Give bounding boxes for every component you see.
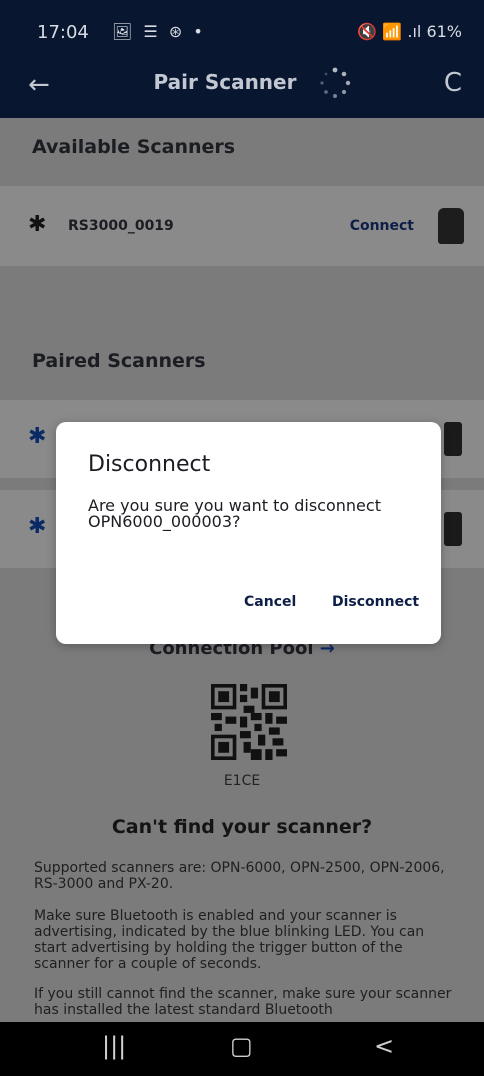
refresh-icon[interactable]: C bbox=[444, 68, 462, 98]
system-nav-bar: ||| ▢ < bbox=[0, 1022, 484, 1076]
loading-spinner-icon bbox=[320, 67, 351, 98]
signal-icons: 🔇 📶 .ıl bbox=[357, 22, 422, 41]
bluetooth-connected-icon: ✱ bbox=[28, 424, 47, 449]
help-supported-text: Supported scanners are: OPN-6000, OPN-25… bbox=[34, 860, 445, 892]
page-title: Pair Scanner bbox=[153, 70, 297, 94]
disconnect-dialog: Disconnect Are you sure you want to disc… bbox=[56, 422, 441, 644]
battery-level: 61% bbox=[426, 22, 462, 41]
home-button[interactable]: ▢ bbox=[230, 1032, 253, 1060]
status-bar: 17:04 🖼 ☰ ⊛ • 🔇 📶 .ıl 61% bbox=[0, 0, 484, 62]
dialog-message: Are you sure you want to disconnect OPN6… bbox=[88, 496, 381, 531]
help-heading: Can't find your scanner? bbox=[111, 816, 373, 838]
available-scanners-heading: Available Scanners bbox=[32, 136, 236, 158]
back-button[interactable]: < bbox=[374, 1032, 394, 1060]
dialog-title: Disconnect bbox=[88, 452, 211, 477]
scanner-row-available[interactable]: ✱ RS3000_0019 Connect bbox=[0, 186, 484, 266]
paired-scanners-heading: Paired Scanners bbox=[32, 350, 206, 372]
scanner-device-icon bbox=[444, 422, 462, 456]
bluetooth-connected-icon: ✱ bbox=[28, 514, 47, 539]
disconnect-button[interactable]: Disconnect bbox=[332, 594, 419, 610]
notification-icons: 🖼 ☰ ⊛ • bbox=[112, 22, 206, 41]
scanner-name: RS3000_0019 bbox=[68, 218, 174, 234]
status-time: 17:04 bbox=[37, 22, 89, 43]
qr-code bbox=[211, 684, 287, 760]
scanner-device-icon bbox=[444, 512, 462, 546]
help-bluetooth-text: Make sure Bluetooth is enabled and your … bbox=[34, 908, 425, 972]
connect-button[interactable]: Connect bbox=[350, 218, 414, 234]
help-firmware-text: If you still cannot find the scanner, ma… bbox=[34, 986, 452, 1018]
app-bar: ← Pair Scanner C bbox=[0, 62, 484, 118]
scanner-device-icon bbox=[438, 208, 464, 244]
cancel-button[interactable]: Cancel bbox=[244, 594, 296, 610]
bluetooth-icon: ✱ bbox=[28, 212, 47, 237]
status-right-icons: 🔇 📶 .ıl 61% bbox=[357, 22, 462, 41]
recents-button[interactable]: ||| bbox=[102, 1032, 126, 1060]
qr-code-label: E1CE bbox=[223, 773, 261, 789]
